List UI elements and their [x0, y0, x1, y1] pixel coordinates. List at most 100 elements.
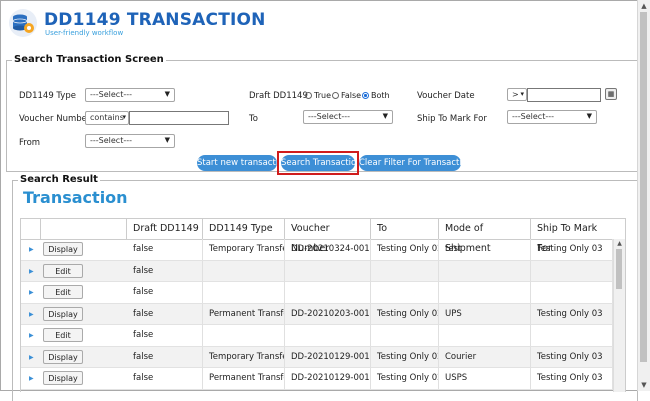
cell-mode: USPS: [439, 368, 531, 389]
col-header[interactable]: Draft DD1149: [127, 219, 203, 239]
cell-mode: [439, 325, 531, 346]
search-button-highlight: [277, 151, 359, 175]
section-title: Transaction: [23, 188, 128, 207]
edit-button[interactable]: Edit: [43, 328, 83, 342]
cell-to: [371, 282, 439, 303]
app-title: DD1149 TRANSACTION: [44, 10, 266, 30]
draft-both-radio[interactable]: Both: [362, 91, 390, 100]
table-row[interactable]: ▶ Edit false: [21, 325, 613, 347]
col-header[interactable]: To: [371, 219, 439, 239]
dd1149-type-label: DD1149 Type: [19, 91, 76, 101]
cell-ship: [531, 325, 613, 346]
cell-to: Testing Only 02: [371, 346, 439, 368]
voucher-number-operator-value: contains: [90, 113, 124, 122]
voucher-date-label: Voucher Date: [417, 91, 475, 101]
clear-filter-button[interactable]: Clear Filter For Transaction: [359, 155, 472, 171]
cell-type: Temporary Transfer: [203, 239, 285, 260]
cell-draft: false: [127, 325, 203, 346]
grid-scrollbar[interactable]: ▲: [613, 239, 625, 392]
display-button[interactable]: Display: [43, 242, 83, 256]
ship-to-mark-for-label: Ship To Mark For: [417, 114, 487, 124]
draft-true-radio[interactable]: True: [305, 91, 331, 100]
cell-voucher: DD-20210324-0013: [285, 239, 371, 260]
chevron-down-icon: ▼: [586, 112, 592, 120]
display-button[interactable]: Display: [43, 371, 83, 385]
to-select[interactable]: ---Select--- ▼: [303, 110, 393, 124]
triangle-right-icon[interactable]: ▶: [29, 261, 34, 282]
app-header: DD1149 TRANSACTION User-friendly workflo…: [6, 6, 606, 46]
table-row[interactable]: ▶ Display false Temporary Transfer DD-202101…: [21, 346, 613, 368]
cell-to: [371, 260, 439, 282]
search-legend: Search Transaction Screen: [12, 54, 166, 65]
cell-type: Permanent Transfer: [203, 368, 285, 389]
cell-to: Testing Only 02: [371, 368, 439, 389]
cell-type: Permanent Transfer: [203, 303, 285, 325]
cell-voucher: DD-20210203-0012: [285, 303, 371, 325]
cell-mode: test: [439, 239, 531, 260]
draft-false-radio[interactable]: False: [332, 91, 361, 100]
voucher-number-input[interactable]: [129, 111, 229, 125]
triangle-right-icon[interactable]: ▶: [29, 347, 34, 368]
cell-ship: [531, 282, 613, 303]
dd1149-type-select[interactable]: ---Select--- ▼: [85, 88, 175, 102]
start-new-transaction-button[interactable]: Start new transaction: [197, 155, 289, 171]
cell-ship: Testing Only 03: [531, 346, 613, 368]
cell-draft: false: [127, 368, 203, 389]
col-header[interactable]: Ship To Mark For: [531, 219, 613, 254]
triangle-right-icon[interactable]: ▶: [29, 368, 34, 389]
col-header[interactable]: DD1149 Type: [203, 219, 285, 239]
triangle-right-icon[interactable]: ▶: [29, 239, 34, 260]
edit-button[interactable]: Edit: [43, 263, 83, 278]
voucher-number-operator[interactable]: contains ▾: [85, 111, 129, 125]
ship-to-mark-for-value: ---Select---: [512, 112, 554, 121]
table-row[interactable]: ▶ Display false Temporary Transfer DD-202103…: [21, 239, 613, 261]
cell-draft: false: [127, 282, 203, 303]
chevron-down-icon: ▼: [164, 90, 170, 98]
database-gear-icon: [9, 9, 37, 37]
page-scrollbar[interactable]: ▲ ▼: [637, 0, 650, 391]
cell-voucher: DD-20210129-0010: [285, 368, 371, 389]
scroll-thumb[interactable]: [616, 249, 622, 289]
col-header[interactable]: Mode of Shipment: [439, 219, 531, 254]
table-row[interactable]: ▶ Edit false: [21, 282, 613, 304]
cell-ship: Testing Only 03: [531, 368, 613, 389]
cell-voucher: [285, 260, 371, 282]
cell-mode: UPS: [439, 303, 531, 325]
draft-false-label: False: [341, 91, 362, 100]
col-header[interactable]: Voucher Number: [285, 219, 371, 254]
voucher-date-input[interactable]: [527, 88, 601, 102]
scroll-up-icon[interactable]: ▲: [614, 239, 625, 249]
from-value: ---Select---: [90, 136, 132, 145]
cell-draft: false: [127, 303, 203, 325]
draft-both-label: Both: [371, 91, 390, 100]
display-button[interactable]: Display: [43, 349, 83, 364]
cell-mode: Courier: [439, 346, 531, 368]
scroll-down-icon[interactable]: ▼: [638, 379, 650, 391]
cell-to: Testing Only 02: [371, 303, 439, 325]
search-panel: Search Transaction Screen DD1149 Type --…: [6, 54, 638, 175]
edit-button[interactable]: Edit: [43, 285, 83, 299]
calendar-icon[interactable]: ▦: [605, 88, 617, 100]
cell-ship: Testing Only 03: [531, 239, 613, 260]
ship-to-mark-for-select[interactable]: ---Select--- ▼: [507, 110, 597, 124]
cell-voucher: [285, 325, 371, 346]
action-col-header: [41, 219, 127, 239]
scroll-thumb[interactable]: [640, 12, 647, 362]
dd1149-type-value: ---Select---: [90, 90, 132, 99]
table-row[interactable]: ▶ Display false Permanent Transfer DD-202101…: [21, 368, 613, 390]
grid-header: Draft DD1149 DD1149 Type Voucher Number …: [21, 219, 613, 254]
voucher-date-operator[interactable]: > ▾: [507, 88, 527, 101]
table-row[interactable]: ▶ Display false Permanent Transfer DD-202102…: [21, 303, 613, 325]
from-select[interactable]: ---Select--- ▼: [85, 134, 175, 148]
radio-selected-icon: [362, 92, 369, 99]
triangle-right-icon[interactable]: ▶: [29, 325, 34, 346]
chevron-down-icon: ▼: [382, 112, 388, 120]
scroll-up-icon[interactable]: ▲: [638, 0, 650, 12]
voucher-date-operator-value: >: [512, 90, 519, 99]
table-row[interactable]: ▶ Edit false: [21, 260, 613, 282]
triangle-right-icon[interactable]: ▶: [29, 304, 34, 325]
display-button[interactable]: Display: [43, 306, 83, 321]
cell-type: [203, 325, 285, 346]
to-value: ---Select---: [308, 112, 350, 121]
triangle-right-icon[interactable]: ▶: [29, 282, 34, 303]
